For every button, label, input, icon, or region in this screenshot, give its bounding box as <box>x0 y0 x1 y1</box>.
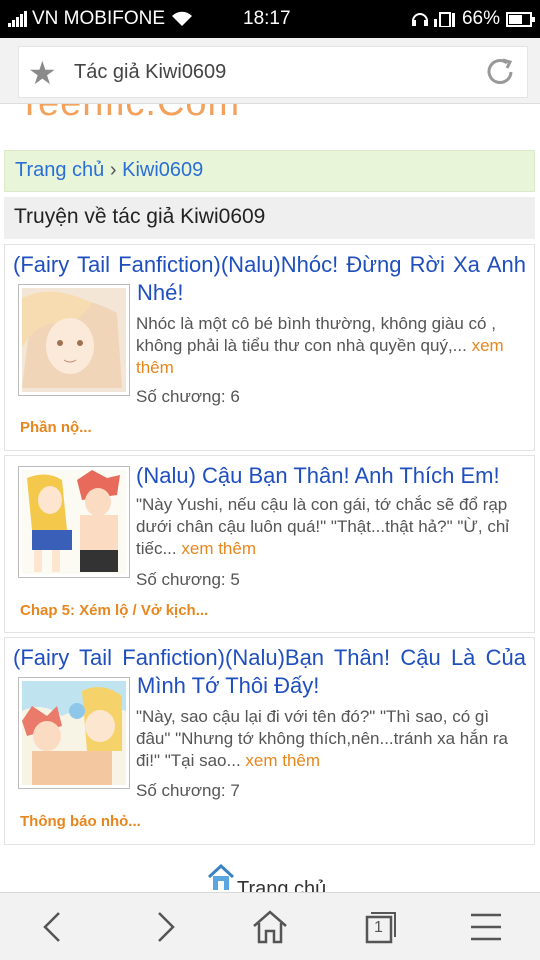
site-logo[interactable]: Teenfic.Com <box>18 104 240 125</box>
headset-icon <box>411 13 428 26</box>
wifi-icon <box>172 11 193 26</box>
forward-icon[interactable] <box>145 909 185 945</box>
story-cover-image[interactable] <box>18 466 130 578</box>
tab-count: 1 <box>374 919 383 936</box>
breadcrumb-current-link[interactable]: Kiwi0609 <box>122 159 203 181</box>
latest-chapter-link[interactable]: Thông báo nhỏ... <box>20 813 141 830</box>
signal-small-icon <box>433 12 455 27</box>
reload-icon[interactable] <box>483 55 517 89</box>
story-title-link[interactable]: (Nalu) Cậu Bạn Thân! Anh Thích Em! <box>136 462 526 490</box>
battery-icon <box>506 11 535 27</box>
latest-chapter-link[interactable]: Phần nộ... <box>20 419 92 436</box>
chapter-count: Số chương: 6 <box>136 387 240 406</box>
status-bar: VN MOBIFONE 18:17 66% <box>0 0 540 38</box>
latest-chapter-link[interactable]: Chap 5: Xém lộ / Vở kịch... <box>20 602 208 619</box>
menu-icon[interactable] <box>466 909 506 945</box>
clock: 18:17 <box>243 8 291 29</box>
breadcrumb-separator: › <box>109 159 117 181</box>
browser-address-bar: ★ Tác giả Kiwi0609 <box>0 38 540 104</box>
chapter-count: Số chương: 7 <box>136 781 240 800</box>
story-excerpt: "Này, sao cậu lại đi với tên đó?" "Thì s… <box>136 707 508 770</box>
browser-bottom-nav: 1 <box>0 892 540 960</box>
site-logo-area: Teenfic.Com <box>0 104 540 144</box>
read-more-link[interactable]: xem thêm <box>245 751 320 770</box>
breadcrumb: Trang chủ › Kiwi0609 <box>4 150 535 192</box>
page-title: Tác giả Kiwi0609 <box>74 61 227 83</box>
footer-home-label: Trang chủ <box>237 878 327 892</box>
footer-home-link[interactable]: Trang chủ <box>207 864 326 892</box>
story-item: (Fairy Tail Fanfiction)(Nalu)Nhóc! Đừng … <box>4 244 535 451</box>
read-more-link[interactable]: xem thêm <box>181 539 256 558</box>
story-item: (Fairy Tail Fanfiction)(Nalu)Bạn Thân! C… <box>4 637 535 845</box>
section-title: Truyện về tác giả Kiwi0609 <box>4 197 535 239</box>
story-item: (Nalu) Cậu Bạn Thân! Anh Thích Em! "Này … <box>4 455 535 633</box>
back-icon[interactable] <box>33 909 73 945</box>
address-field[interactable]: ★ Tác giả Kiwi0609 <box>18 46 528 98</box>
story-cover-image[interactable] <box>18 284 130 396</box>
star-icon[interactable]: ★ <box>28 57 57 89</box>
breadcrumb-home-link[interactable]: Trang chủ <box>15 159 104 181</box>
house-icon <box>207 864 235 890</box>
home-icon[interactable] <box>250 909 290 945</box>
battery-percent: 66% <box>461 8 500 29</box>
chapter-count: Số chương: 5 <box>136 570 240 589</box>
footer-area: Trang chủ <box>0 862 540 892</box>
tabs-button[interactable]: 1 <box>358 909 398 945</box>
story-excerpt: Nhóc là một cô bé bình thường, không già… <box>136 314 496 355</box>
signal-icon <box>8 11 28 27</box>
carrier-name: VN MOBIFONE <box>32 8 166 29</box>
story-cover-image[interactable] <box>18 677 130 789</box>
